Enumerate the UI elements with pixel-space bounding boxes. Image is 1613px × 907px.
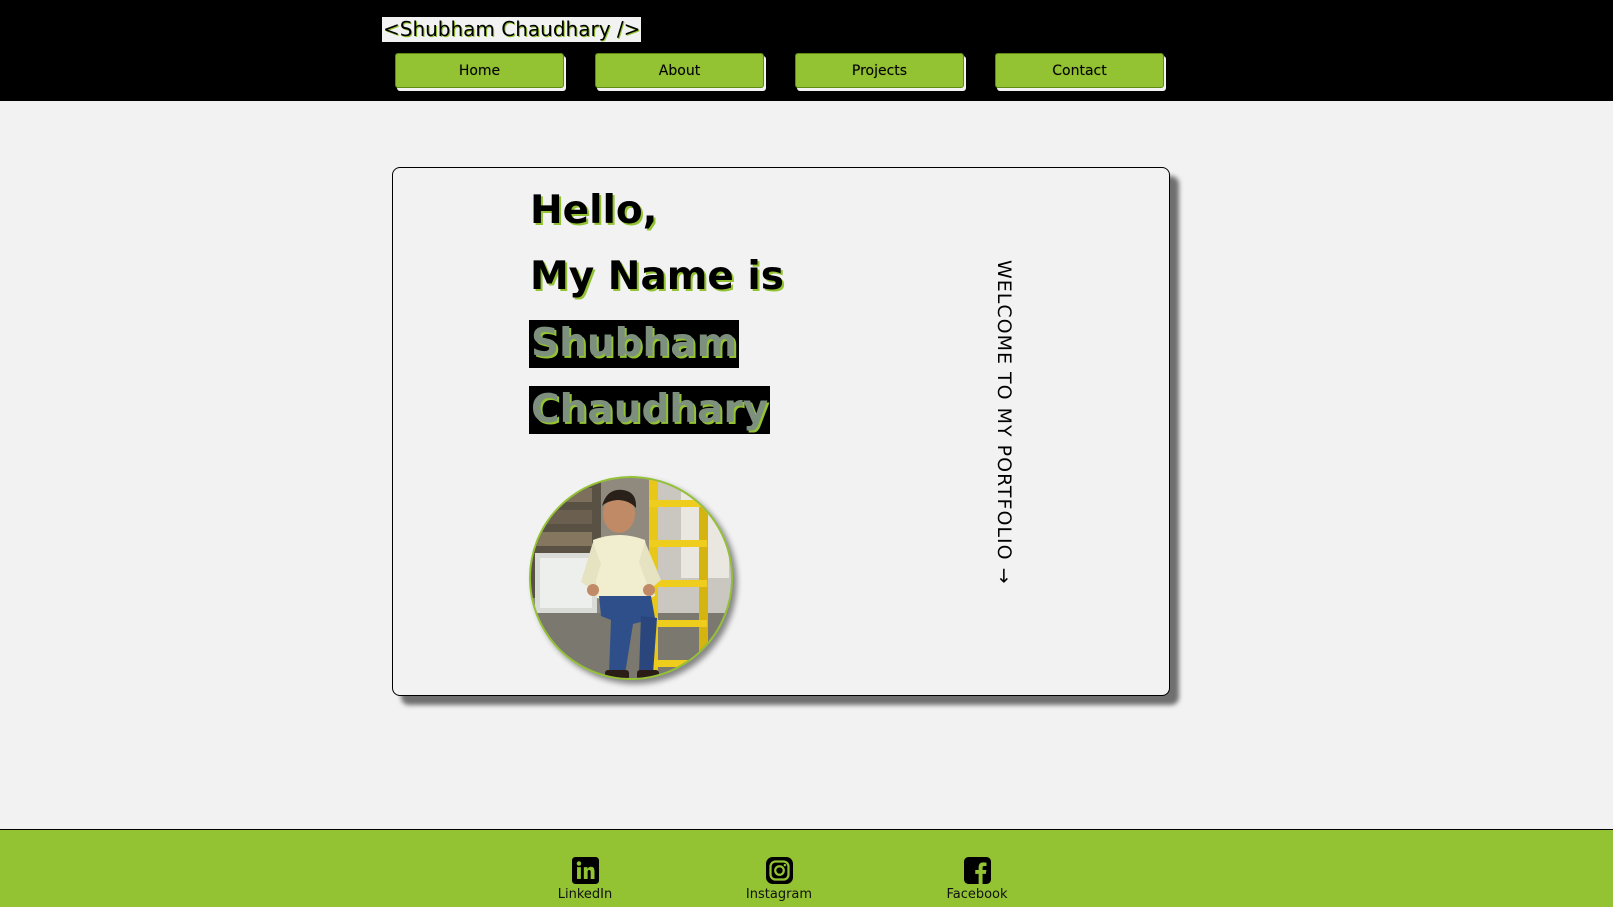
nav-projects-button[interactable]: Projects — [795, 53, 964, 88]
profile-photo-illustration — [531, 478, 731, 678]
nav-home-label: Home — [458, 62, 501, 79]
linkedin-link[interactable]: LinkedIn — [530, 857, 640, 904]
brand-logo-text[interactable]: <Shubham Chaudhary /> — [382, 17, 642, 42]
instagram-icon — [765, 857, 793, 884]
facebook-link[interactable]: Facebook — [922, 857, 1032, 904]
linkedin-label: LinkedIn — [557, 887, 613, 902]
instagram-link[interactable]: Instagram — [724, 857, 834, 904]
greeting-my-name-is: My Name is — [530, 254, 785, 299]
top-navbar: <Shubham Chaudhary /> Home About Project… — [0, 0, 1613, 101]
facebook-icon — [963, 857, 991, 884]
welcome-vertical-text: WELCOME TO MY PORTFOLIO → — [993, 260, 1015, 585]
nav-projects-label: Projects — [851, 62, 908, 79]
hero-card: Hello, My Name is Shubham Chaudhary WELC… — [392, 167, 1170, 696]
instagram-label: Instagram — [745, 887, 813, 902]
footer: LinkedIn Instagram Facebook — [0, 829, 1613, 907]
nav-contact-label: Contact — [1052, 62, 1107, 79]
nav-contact-button[interactable]: Contact — [995, 53, 1164, 88]
nav-about-button[interactable]: About — [595, 53, 764, 88]
last-name-highlight: Chaudhary — [529, 386, 771, 434]
greeting-hello: Hello, — [530, 188, 658, 233]
profile-photo — [529, 476, 733, 680]
first-name-highlight: Shubham — [529, 320, 740, 368]
nav-home-button[interactable]: Home — [395, 53, 564, 88]
nav-about-label: About — [658, 62, 701, 79]
linkedin-icon — [571, 857, 599, 884]
facebook-label: Facebook — [946, 887, 1008, 902]
